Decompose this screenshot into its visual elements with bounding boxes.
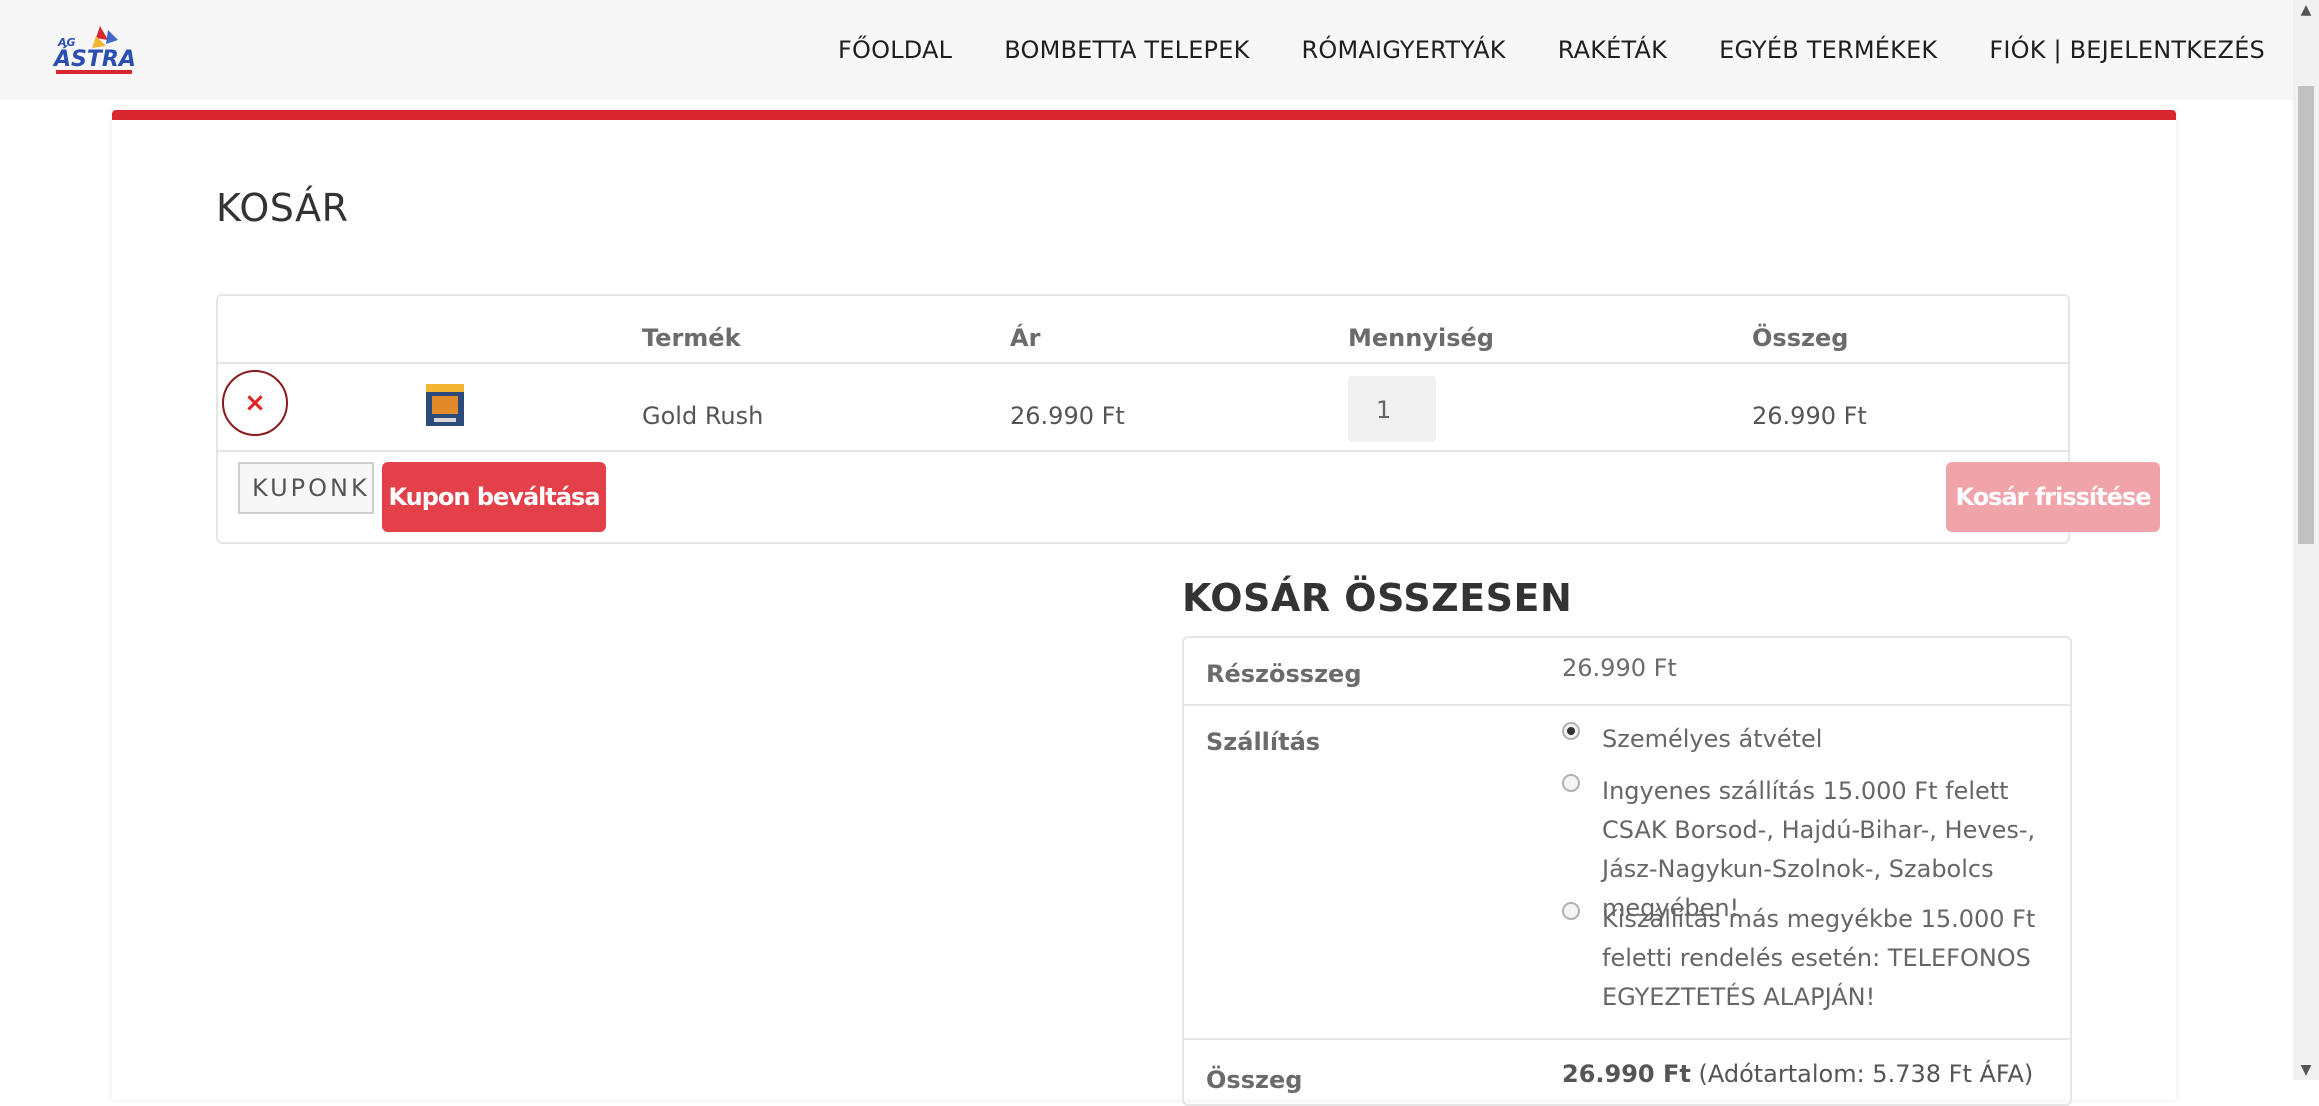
nav-bombetta[interactable]: BOMBETTA TELEPEK — [1004, 36, 1249, 64]
cart-item-total: 26.990 Ft — [1752, 402, 1867, 430]
scroll-up-arrow-icon[interactable]: ▲ — [2293, 0, 2319, 20]
column-header-quantity: Mennyiség — [1348, 324, 1494, 352]
remove-item-button[interactable]: × — [222, 370, 288, 436]
astra-logo-icon: AG ÁSTRA — [52, 26, 136, 74]
column-header-price: Ár — [1010, 324, 1041, 352]
nav-romaigyertyak[interactable]: RÓMAIGYERTYÁK — [1302, 36, 1506, 64]
radio-selected[interactable] — [1562, 722, 1580, 740]
shipping-option-other-counties[interactable]: Kiszállítás más megyékbe 15.000 Ft felet… — [1562, 900, 2052, 1017]
apply-coupon-button[interactable]: Kupon beváltása — [382, 462, 606, 532]
cart-item-price: 26.990 Ft — [1010, 402, 1125, 430]
site-logo[interactable]: AG ÁSTRA — [52, 24, 136, 78]
nav-egyeb-termekek[interactable]: EGYÉB TERMÉKEK — [1719, 36, 1937, 64]
row-divider — [1184, 704, 2070, 706]
logo-wordmark: ÁSTRA — [52, 46, 136, 72]
nav-account-login[interactable]: FIÓK | BEJELENTKEZÉS — [1989, 36, 2265, 64]
scrollbar-thumb[interactable] — [2298, 86, 2314, 544]
cart-item-name[interactable]: Gold Rush — [642, 404, 763, 428]
tax-note: (Adótartalom: 5.738 Ft ÁFA) — [1698, 1060, 2034, 1088]
shipping-option-label: Személyes átvétel — [1602, 725, 1823, 753]
page-scrollbar[interactable]: ▲ ▼ — [2293, 0, 2319, 1080]
row-divider — [218, 362, 2068, 364]
total-amount: 26.990 Ft (Adótartalom: 5.738 Ft ÁFA) — [1562, 1060, 2033, 1088]
total-value: 26.990 Ft — [1562, 1060, 1691, 1088]
total-label: Összeg — [1206, 1066, 1303, 1094]
column-header-total: Összeg — [1752, 324, 1849, 352]
update-cart-button[interactable]: Kosár frissítése — [1946, 462, 2160, 532]
shipping-label: Szállítás — [1206, 728, 1321, 756]
cart-table: Termék Ár Mennyiség Összeg × Gold Rush 2… — [216, 294, 2160, 544]
cart-totals-title: KOSÁR ÖSSZESEN — [1182, 576, 1573, 620]
close-icon: × — [244, 388, 266, 418]
row-divider — [218, 450, 2068, 452]
nav-home[interactable]: FŐOLDAL — [838, 36, 952, 64]
cart-totals-table: Részösszeg 26.990 Ft Szállítás Személyes… — [1182, 636, 2072, 1106]
page-title: KOSÁR — [216, 186, 349, 230]
radio-unselected[interactable] — [1562, 774, 1580, 792]
row-divider — [1184, 1038, 2070, 1040]
product-thumbnail[interactable] — [422, 380, 468, 428]
scroll-down-arrow-icon[interactable]: ▼ — [2293, 1060, 2319, 1080]
content-card: KOSÁR Termék Ár Mennyiség Összeg × Gold … — [112, 110, 2176, 1106]
quantity-input[interactable]: 1 — [1348, 376, 1436, 442]
card-accent-bar — [112, 110, 2176, 120]
coupon-code-input[interactable]: KUPONK — [238, 462, 374, 514]
site-header: AG ÁSTRA FŐOLDAL BOMBETTA TELEPEK RÓMAIG… — [0, 0, 2293, 100]
shipping-option-label: Kiszállítás más megyékbe 15.000 Ft felet… — [1602, 905, 2036, 1011]
column-header-product: Termék — [642, 324, 741, 352]
shipping-option-personal-pickup[interactable]: Személyes átvétel — [1562, 720, 2052, 759]
product-box-icon — [426, 384, 464, 426]
subtotal-label: Részösszeg — [1206, 660, 1362, 688]
radio-unselected[interactable] — [1562, 902, 1580, 920]
nav-raketak[interactable]: RAKÉTÁK — [1558, 36, 1667, 64]
subtotal-value: 26.990 Ft — [1562, 654, 1677, 682]
main-nav: FŐOLDAL BOMBETTA TELEPEK RÓMAIGYERTYÁK R… — [838, 0, 2265, 100]
